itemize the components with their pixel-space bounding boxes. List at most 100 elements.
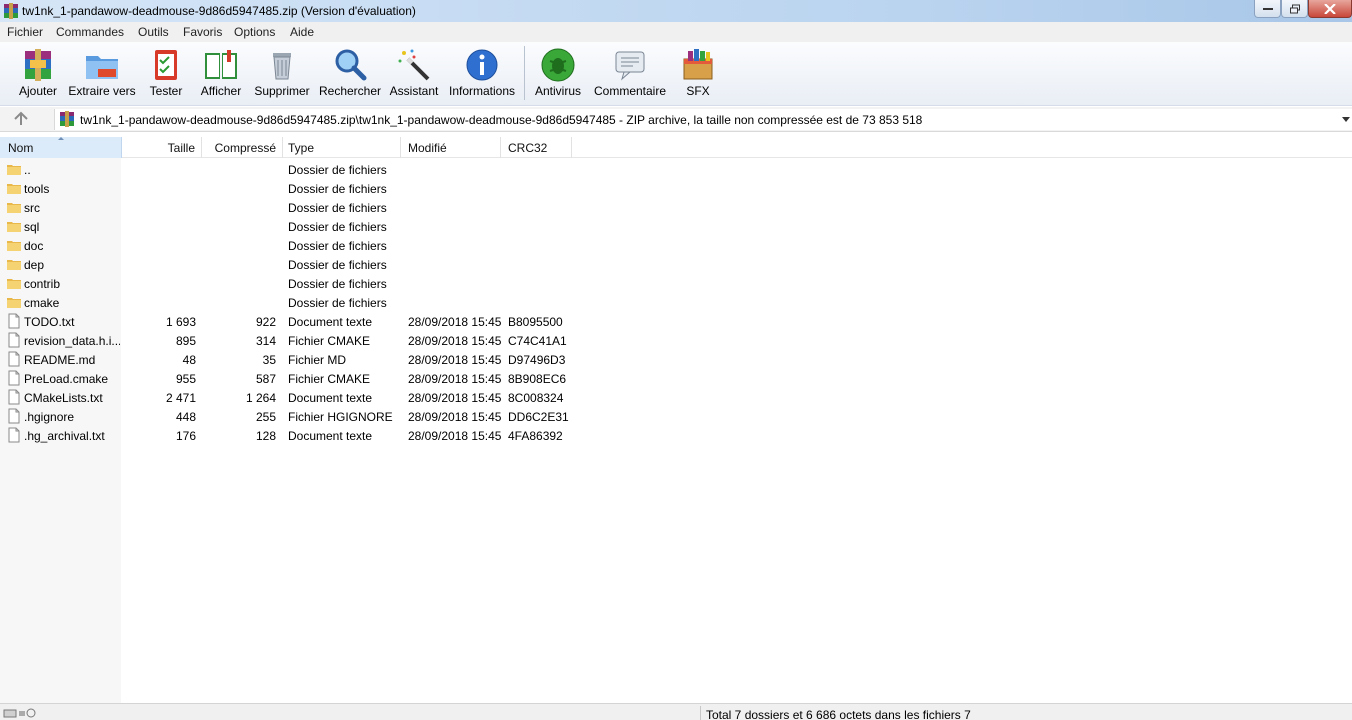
file-modified: 28/09/2018 15:45 — [408, 353, 502, 367]
close-icon — [1324, 3, 1336, 14]
test-button[interactable]: Tester — [144, 42, 188, 104]
up-arrow-icon[interactable] — [12, 111, 30, 127]
extract-to-button[interactable]: Extraire vers — [68, 42, 136, 104]
menu-commandes[interactable]: Commandes — [56, 25, 124, 39]
file-modified: 28/09/2018 15:45 — [408, 315, 502, 329]
file-row[interactable]: contrib Dossier de fichiers — [0, 274, 700, 293]
antivirus-bug-icon — [541, 48, 575, 82]
title-bar: tw1nk_1-pandawow-deadmouse-9d86d5947485.… — [0, 0, 1352, 22]
toolbar: Ajouter Extraire vers Tester Afficher Su… — [0, 42, 1352, 106]
file-row[interactable]: README.md 48 35 Fichier MD 28/09/2018 15:45 D… — [0, 350, 700, 369]
file-compressed: 314 — [255, 334, 276, 348]
menu-aide[interactable]: Aide — [290, 25, 314, 39]
file-type: Dossier de fichiers — [288, 296, 387, 310]
file-type: Dossier de fichiers — [288, 201, 387, 215]
file-row[interactable]: doc Dossier de fichiers — [0, 236, 700, 255]
folder-icon — [7, 165, 21, 175]
file-icon — [8, 408, 20, 424]
file-row[interactable]: sql Dossier de fichiers — [0, 217, 700, 236]
file-name: contrib — [24, 277, 61, 291]
wizard-button[interactable]: Assistant — [388, 42, 440, 104]
file-type: Dossier de fichiers — [288, 277, 387, 291]
close-button[interactable] — [1308, 0, 1352, 18]
file-icon — [8, 332, 20, 348]
file-name: cmake — [24, 296, 60, 310]
toolbar-separator — [524, 46, 525, 100]
status-text: Total 7 dossiers et 6 686 octets dans le… — [706, 708, 971, 720]
file-row[interactable]: TODO.txt 1 693 922 Document texte 28/09/2018… — [0, 312, 700, 331]
file-type: Document texte — [288, 315, 373, 329]
file-row[interactable]: revision_data.h.i... 895 314 Fichier CMAKE 2… — [0, 331, 700, 350]
search-button[interactable]: Rechercher — [318, 42, 382, 104]
file-row[interactable]: src Dossier de fichiers — [0, 198, 700, 217]
trash-icon — [273, 53, 291, 80]
maximize-button[interactable] — [1281, 0, 1308, 18]
add-button-label: Ajouter — [18, 84, 58, 98]
file-name: TODO.txt — [24, 315, 75, 329]
col-crc[interactable]: CRC32 — [501, 137, 572, 158]
menu-outils[interactable]: Outils — [138, 25, 169, 39]
add-archive-icon — [25, 49, 51, 81]
path-field[interactable]: tw1nk_1-pandawow-deadmouse-9d86d5947485.… — [54, 109, 1352, 130]
file-name: .. — [24, 163, 31, 177]
add-button[interactable]: Ajouter — [14, 42, 62, 104]
comment-button[interactable]: Commentaire — [590, 42, 670, 104]
folder-icon — [7, 298, 21, 308]
antivirus-button[interactable]: Antivirus — [532, 42, 584, 104]
file-size: 1 693 — [165, 315, 196, 329]
col-modified[interactable]: Modifié — [401, 137, 501, 158]
file-size: 955 — [175, 372, 196, 386]
col-name-label: Nom — [8, 141, 34, 155]
minimize-icon — [1262, 7, 1273, 10]
folder-icon — [7, 222, 21, 232]
file-name: doc — [24, 239, 44, 253]
menu-favoris[interactable]: Favoris — [183, 25, 222, 39]
file-row[interactable]: cmake Dossier de fichiers — [0, 293, 700, 312]
file-modified: 28/09/2018 15:45 — [408, 334, 502, 348]
file-compressed: 1 264 — [245, 391, 276, 405]
info-button-label: Informations — [448, 84, 516, 98]
view-button[interactable]: Afficher — [196, 42, 246, 104]
file-name: src — [24, 201, 40, 215]
folder-icon — [7, 203, 21, 213]
file-row[interactable]: CMakeLists.txt 2 471 1 264 Document texte 28… — [0, 388, 700, 407]
file-type: Fichier MD — [288, 353, 347, 367]
antivirus-button-label: Antivirus — [534, 84, 581, 98]
file-row[interactable]: PreLoad.cmake 955 587 Fichier CMAKE 28/09/20… — [0, 369, 700, 388]
magnifier-icon — [335, 49, 367, 81]
file-crc: DD6C2E31 — [508, 410, 569, 424]
info-icon — [466, 49, 498, 81]
restore-icon — [1289, 4, 1300, 13]
file-row[interactable]: dep Dossier de fichiers — [0, 255, 700, 274]
file-compressed: 255 — [255, 410, 276, 424]
col-name[interactable]: Nom — [0, 137, 122, 158]
file-crc: 8C008324 — [508, 391, 564, 405]
file-crc: 4FA86392 — [508, 429, 563, 443]
col-compressed[interactable]: Compressé — [202, 137, 283, 158]
file-name: .hg_archival.txt — [24, 429, 105, 443]
address-bar: tw1nk_1-pandawow-deadmouse-9d86d5947485.… — [0, 107, 1352, 132]
file-row[interactable]: .hgignore 448 255 Fichier HGIGNORE 28/09/201… — [0, 407, 700, 426]
file-modified: 28/09/2018 15:45 — [408, 429, 502, 443]
sfx-button[interactable]: SFX — [676, 42, 720, 104]
wizard-wand-icon — [398, 49, 430, 81]
file-row[interactable]: tools Dossier de fichiers — [0, 179, 700, 198]
col-type[interactable]: Type — [283, 137, 401, 158]
file-icon — [8, 370, 20, 386]
menu-fichier[interactable]: Fichier — [7, 25, 43, 39]
column-header: Nom Taille Compressé Type Modifié CRC32 — [0, 137, 1352, 158]
path-dropdown-icon[interactable] — [1342, 117, 1350, 122]
file-row[interactable]: .. Dossier de fichiers — [0, 160, 700, 179]
file-type: Document texte — [288, 429, 373, 443]
delete-button[interactable]: Supprimer — [252, 42, 312, 104]
path-text: tw1nk_1-pandawow-deadmouse-9d86d5947485.… — [80, 113, 923, 127]
menu-options[interactable]: Options — [234, 25, 275, 39]
wizard-button-label: Assistant — [389, 84, 439, 98]
file-compressed: 35 — [262, 353, 276, 367]
info-button[interactable]: Informations — [446, 42, 518, 104]
file-size: 2 471 — [165, 391, 196, 405]
col-size[interactable]: Taille — [122, 137, 202, 158]
file-type: Dossier de fichiers — [288, 220, 387, 234]
minimize-button[interactable] — [1254, 0, 1281, 18]
file-row[interactable]: .hg_archival.txt 176 128 Document texte 28/0… — [0, 426, 700, 445]
